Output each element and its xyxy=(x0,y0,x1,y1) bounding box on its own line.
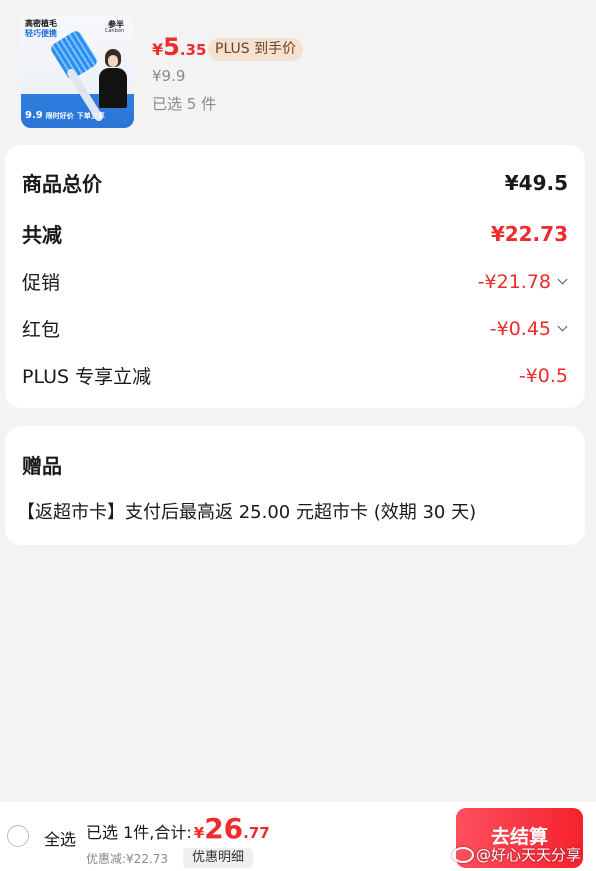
select-all-label[interactable]: 全选 xyxy=(44,826,76,850)
gift-card: 赠品 【返超市卡】支付后最高返 25.00 元超市卡 (效期 30 天) xyxy=(5,426,585,545)
gift-title: 赠品 xyxy=(22,454,62,478)
chevron-down-icon[interactable] xyxy=(557,321,568,332)
promotion-label: 促销 xyxy=(22,272,61,294)
total-price-value: ¥49.5 xyxy=(504,170,568,195)
order-total: 已选 1件,合计: ¥ 26 .77 xyxy=(86,812,270,845)
row-total-price: 商品总价 ¥49.5 xyxy=(22,168,568,197)
thumbnail-tag: 限时好价 xyxy=(45,112,74,120)
row-red-packet[interactable]: 红包 -¥0.45 xyxy=(22,315,568,342)
thumbnail-promo-strip: 9.9 限时好价 下单立享 xyxy=(25,110,105,121)
row-plus-discount: PLUS 专享立减 -¥0.5 xyxy=(22,362,568,389)
row-promotion[interactable]: 促销 -¥21.78 xyxy=(22,268,568,295)
total-symbol: ¥ xyxy=(193,824,205,842)
brand-logo-en: Canbon xyxy=(104,28,124,34)
red-packet-label: 红包 xyxy=(22,319,61,341)
plus-price-badge: PLUS 到手价 xyxy=(208,38,304,61)
product-thumbnail[interactable]: 高密植毛 轻巧便携 参半 Canbon 9.9 限时好价 下单立享 xyxy=(21,15,134,128)
selected-quantity: 已选 5 件 xyxy=(152,95,217,113)
thumbnail-subheadline: 轻巧便携 xyxy=(25,29,57,38)
product-item: 高密植毛 轻巧便携 参半 Canbon 9.9 限时好价 下单立享 ¥ 5 .3… xyxy=(0,0,596,140)
plus-discount-label: PLUS 专享立减 xyxy=(22,366,152,388)
promotion-value: -¥21.78 xyxy=(477,270,551,293)
thumbnail-cta: 下单立享 xyxy=(76,112,105,120)
watermark: @好心天天分享 xyxy=(452,844,581,865)
gift-description: 【返超市卡】支付后最高返 25.00 元超市卡 (效期 30 天) xyxy=(17,502,477,523)
red-packet-value-wrap[interactable]: -¥0.45 xyxy=(490,318,568,340)
model-image xyxy=(96,49,130,109)
discount-detail-button[interactable]: 优惠明细 xyxy=(183,848,254,868)
price-symbol: ¥ xyxy=(152,40,164,59)
discount-amount: 优惠减:¥22.73 xyxy=(86,852,169,866)
price-integer: 5 xyxy=(163,33,180,61)
original-price: ¥9.9 xyxy=(152,67,186,85)
current-price: ¥ 5 .35 xyxy=(152,33,206,61)
total-integer: 26 xyxy=(204,812,244,845)
plus-discount-value: -¥0.5 xyxy=(518,364,568,387)
total-discount-value: ¥22.73 xyxy=(490,221,568,246)
thumbnail-headline: 高密植毛 xyxy=(25,19,57,28)
total-discount-label: 共减 xyxy=(22,223,62,247)
total-decimal: .77 xyxy=(243,824,270,842)
promotion-value-wrap[interactable]: -¥21.78 xyxy=(478,271,568,293)
chevron-down-icon[interactable] xyxy=(557,274,568,285)
total-prefix: 已选 1件,合计: xyxy=(86,823,192,842)
total-price-label: 商品总价 xyxy=(22,172,102,196)
watermark-text: @好心天天分享 xyxy=(476,846,582,864)
price-summary-card: 商品总价 ¥49.5 共减 ¥22.73 促销 -¥21.78 红包 -¥0.4… xyxy=(5,145,585,408)
price-decimal: .35 xyxy=(179,41,207,59)
weibo-icon xyxy=(452,846,474,863)
row-total-discount: 共减 ¥22.73 xyxy=(22,219,568,248)
select-all-radio[interactable] xyxy=(7,825,29,847)
red-packet-value: -¥0.45 xyxy=(489,317,551,340)
thumbnail-price: 9.9 xyxy=(25,110,43,121)
